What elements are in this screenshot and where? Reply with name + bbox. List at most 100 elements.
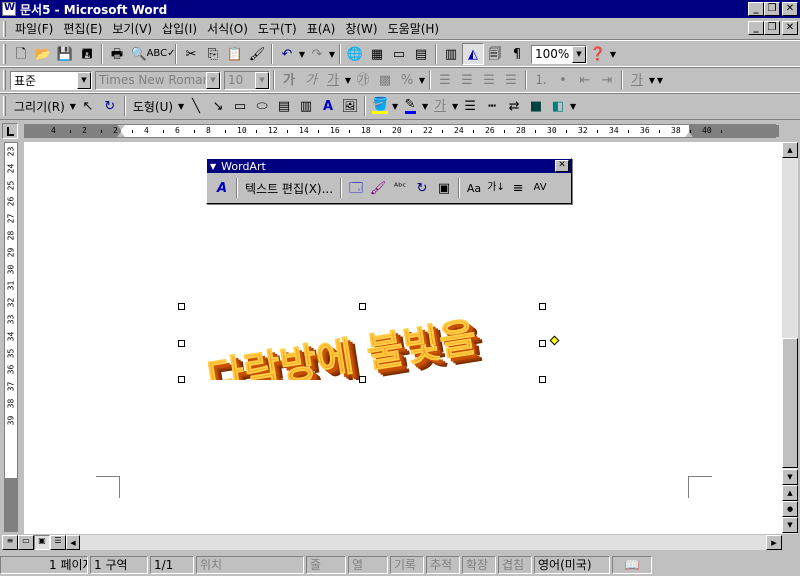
undo-icon[interactable]: ↶ (276, 43, 298, 65)
horizontal-scrollbar[interactable] (80, 535, 782, 550)
outline-view-button[interactable]: ☰ (50, 535, 66, 550)
redo-icon[interactable]: ↷ (306, 43, 328, 65)
close-button[interactable]: ✕ (782, 2, 798, 16)
right-indent-marker[interactable] (685, 132, 693, 137)
line-icon[interactable]: ╲ (185, 95, 207, 117)
text-wrapping-icon[interactable]: ▣ (433, 177, 455, 199)
normal-view-button[interactable]: ≡ (2, 535, 18, 550)
increase-indent-icon[interactable]: ⇥ (596, 69, 618, 91)
show-hide-icon[interactable]: ¶ (506, 43, 528, 65)
scroll-left-button[interactable]: ◀ (66, 535, 80, 550)
status-column[interactable]: 열 (348, 555, 388, 574)
print-icon[interactable]: 🖶 (106, 43, 128, 65)
font-size-combo[interactable]: 10 ▼ (224, 70, 270, 90)
underline-dropdown-icon[interactable]: ▼ (344, 76, 352, 85)
status-overtype[interactable]: 겹침 (498, 555, 532, 574)
select-browse-object-button[interactable]: ● (782, 501, 798, 517)
fill-color-icon[interactable]: 🪣 (369, 95, 391, 117)
menu-view[interactable]: 보기(V) (107, 20, 157, 38)
wordart-shape-icon[interactable]: ᴬᵇᶜ (389, 177, 411, 199)
hanging-indent-marker[interactable] (117, 132, 125, 137)
status-line[interactable]: 줄 (306, 555, 346, 574)
rectangle-icon[interactable]: ▭ (229, 95, 251, 117)
style-dropdown-arrow[interactable]: ▼ (77, 71, 91, 89)
format-painter-icon[interactable]: 🖌 (246, 43, 268, 65)
document-map-icon[interactable]: 🗐 (484, 43, 506, 65)
align-left-icon[interactable]: ☰ (434, 69, 456, 91)
wordart-toolbar-close-button[interactable]: ✕ (555, 160, 569, 172)
scroll-up-button[interactable]: ▲ (782, 142, 798, 158)
toolbar-grip[interactable] (3, 70, 6, 90)
resize-handle-top-middle[interactable] (359, 303, 366, 310)
next-page-button[interactable]: ▼ (782, 517, 798, 533)
char-shading-icon[interactable]: ▩ (374, 69, 396, 91)
text-box-icon[interactable]: ▤ (273, 95, 295, 117)
restore-button[interactable]: ❐ (764, 2, 780, 16)
menu-edit[interactable]: 편집(E) (58, 20, 107, 38)
minimize-button[interactable]: _ (748, 2, 764, 16)
hyperlink-globe-icon[interactable]: 🌐 (344, 43, 366, 65)
web-layout-view-button[interactable]: ▭ (18, 535, 34, 550)
toolbar-grip[interactable] (3, 44, 6, 64)
decrease-indent-icon[interactable]: ⇤ (574, 69, 596, 91)
status-page[interactable]: 1 페이지 (0, 555, 88, 574)
resize-handle-bottom-right[interactable] (539, 376, 546, 383)
wordart-alignment-icon[interactable]: ≡ (507, 177, 529, 199)
draw-menu-button[interactable]: 그리기(R) (10, 98, 69, 115)
doc-restore-button[interactable]: ❐ (764, 21, 780, 35)
open-folder-icon[interactable]: 📂 (32, 43, 54, 65)
font-combo[interactable]: Times New Roman ▼ (95, 70, 221, 90)
first-line-indent-marker[interactable] (117, 125, 125, 130)
toolbar-grip[interactable] (3, 96, 6, 116)
zoom-dropdown-arrow[interactable]: ▼ (572, 45, 586, 63)
menu-table[interactable]: 표(A) (302, 20, 341, 38)
arrow-icon[interactable]: ↘ (207, 95, 229, 117)
toolbar-more-icon[interactable]: ▼ (609, 50, 617, 59)
numbering-icon[interactable]: ⒈ (530, 69, 552, 91)
paste-icon[interactable]: 📋 (224, 43, 246, 65)
menu-help[interactable]: 도움말(H) (383, 20, 445, 38)
autoshapes-menu-button[interactable]: 도형(U) (129, 98, 177, 115)
previous-page-button[interactable]: ▲ (782, 485, 798, 501)
font-dropdown-arrow[interactable]: ▼ (206, 71, 220, 89)
autoshapes-dropdown-icon[interactable]: ▼ (177, 102, 185, 111)
menu-window[interactable]: 창(W) (340, 20, 382, 38)
size-dropdown-arrow[interactable]: ▼ (255, 71, 269, 89)
bold-icon[interactable]: 가 (278, 69, 300, 91)
wordart-object[interactable]: 다락방에 불빛을 다락방에 불빛을 다락방에 불빛을 다락방에 불빛을 (178, 303, 560, 383)
dash-style-icon[interactable]: ┅ (481, 95, 503, 117)
status-track[interactable]: 추적 (426, 555, 460, 574)
menubar-grip[interactable] (3, 20, 6, 37)
underline-icon[interactable]: 가 (322, 69, 344, 91)
status-record[interactable]: 기록 (390, 555, 424, 574)
vertical-text-box-icon[interactable]: ▥ (295, 95, 317, 117)
spelling-status-book-icon[interactable]: 📖 (612, 555, 652, 574)
same-letter-heights-icon[interactable]: Aa (463, 177, 485, 199)
toolbar-more-icon[interactable]: ▼ (656, 76, 664, 85)
resize-handle-bottom-middle[interactable] (359, 376, 366, 383)
insert-wordart-icon[interactable]: A (317, 95, 339, 117)
char-border-icon[interactable]: ㉮ (352, 69, 374, 91)
vertical-scroll-thumb[interactable] (782, 338, 798, 468)
horizontal-ruler[interactable]: 4 2 2 4 6 8 10 12 14 16 18 20 22 24 26 28 30 32 34 36 38 40 (24, 124, 779, 138)
3d-icon[interactable]: ◧ (547, 95, 569, 117)
line-style-icon[interactable]: ☰ (459, 95, 481, 117)
toolbar-menu-triangle-icon[interactable]: ▼ (210, 162, 216, 171)
line-color-dropdown-icon[interactable]: ▼ (421, 102, 429, 111)
spelling-check-icon[interactable]: ABC✓ (147, 43, 176, 65)
help-icon[interactable]: ❓ (587, 43, 609, 65)
resize-handle-middle-right[interactable] (539, 340, 546, 347)
select-objects-arrow-icon[interactable]: ↖ (77, 95, 99, 117)
word-document-icon[interactable] (2, 2, 16, 16)
insert-wordart-icon[interactable]: A (211, 177, 233, 199)
draw-dropdown-icon[interactable]: ▼ (69, 102, 77, 111)
insert-excel-icon[interactable]: ▤ (410, 43, 432, 65)
scroll-down-button[interactable]: ▼ (782, 469, 798, 485)
oval-icon[interactable]: ⬭ (251, 95, 273, 117)
font-color-icon[interactable]: 가 (626, 69, 648, 91)
format-wordart-icon[interactable]: 🖌 (367, 177, 389, 199)
undo-dropdown-icon[interactable]: ▼ (298, 50, 306, 59)
italic-icon[interactable]: 가 (300, 69, 322, 91)
menu-format[interactable]: 서식(O) (202, 20, 253, 38)
vertical-text-icon[interactable]: 가↓ (485, 177, 507, 199)
